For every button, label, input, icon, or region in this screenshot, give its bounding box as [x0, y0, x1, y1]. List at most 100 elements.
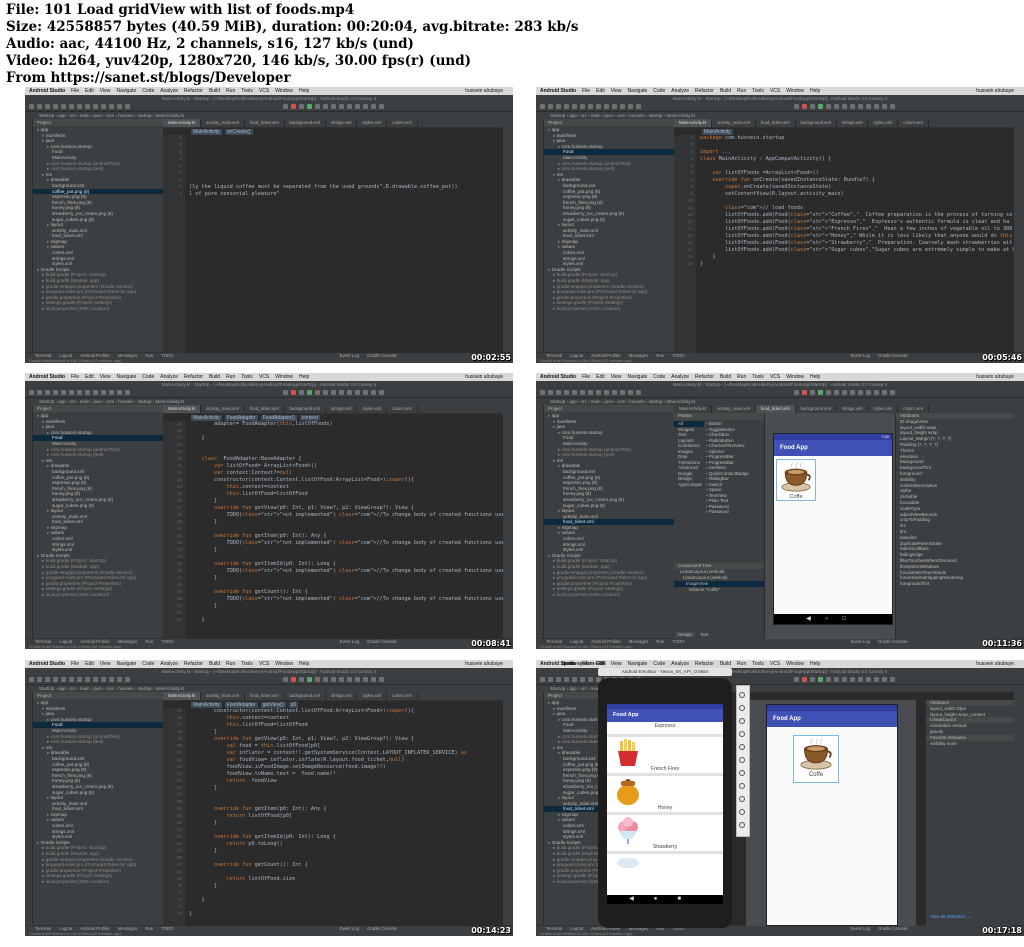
- menu-item[interactable]: Build: [209, 661, 220, 667]
- right-tool-strip[interactable]: [1013, 119, 1024, 353]
- menu-item[interactable]: Help: [299, 88, 309, 94]
- menu-item[interactable]: Android Studio: [540, 374, 576, 380]
- menu-item[interactable]: File: [582, 88, 590, 94]
- toolbar-button-icon[interactable]: [371, 390, 376, 395]
- right-tool-strip[interactable]: [1013, 405, 1024, 639]
- toolbar-button-icon[interactable]: [379, 104, 384, 109]
- menu-item[interactable]: Code: [653, 374, 665, 380]
- menu-item[interactable]: Code: [142, 661, 154, 667]
- palette-category[interactable]: AppCompat: [674, 482, 704, 488]
- toolbar-button-icon[interactable]: [564, 104, 569, 109]
- toolbar-button-icon[interactable]: [890, 677, 895, 682]
- android-emulator-window[interactable]: Android Emulator - Nexus_5X_API_O:5554 Fo…: [598, 668, 732, 928]
- menu-item[interactable]: Tools: [752, 661, 764, 667]
- toolbar-button-icon[interactable]: [620, 104, 625, 109]
- food-list[interactable]: Espresso French Fires Honey Strawberry: [607, 722, 723, 870]
- menu-item[interactable]: File: [71, 374, 79, 380]
- menu-item[interactable]: Android Studio: [29, 661, 65, 667]
- menu-item[interactable]: Help: [299, 661, 309, 667]
- toolbar-button-icon[interactable]: [93, 104, 98, 109]
- toolbar-button-icon[interactable]: [866, 390, 871, 395]
- right-tool-strip[interactable]: [502, 692, 513, 926]
- menu-item[interactable]: VCS: [259, 88, 269, 94]
- emulator-control-icon[interactable]: [739, 731, 745, 737]
- toolbar-button-icon[interactable]: [291, 104, 296, 109]
- toolbar-button-icon[interactable]: [842, 104, 847, 109]
- editor-tab[interactable]: food_ticket.xml: [756, 119, 796, 127]
- menu-item[interactable]: Tools: [752, 88, 764, 94]
- menu-item[interactable]: Edit: [85, 88, 94, 94]
- menu-item[interactable]: Refactor: [184, 661, 203, 667]
- bottom-right-tab[interactable]: Event Log: [340, 639, 359, 644]
- bottom-tab[interactable]: TODO: [672, 639, 684, 644]
- menu-item[interactable]: Refactor: [695, 374, 714, 380]
- menu-item[interactable]: Run: [226, 88, 235, 94]
- code-content[interactable]: constructor(context:Context,listOfFood:A…: [189, 708, 503, 926]
- emulator-screen[interactable]: Food App Espresso French Fires Honey Strawbe…: [607, 704, 723, 904]
- menu-item[interactable]: Edit: [85, 374, 94, 380]
- toolbar-button-icon[interactable]: [874, 104, 879, 109]
- bottom-tab[interactable]: Run: [145, 926, 153, 931]
- menu-item[interactable]: File: [71, 88, 79, 94]
- menu-item[interactable]: Tools: [241, 374, 253, 380]
- emulator-control-icon[interactable]: [739, 783, 745, 789]
- menu-item[interactable]: Tools: [241, 661, 253, 667]
- toolbar-button-icon[interactable]: [85, 390, 90, 395]
- editor-tab[interactable]: food_ticket.xml: [245, 692, 285, 700]
- toolbar-button-icon[interactable]: [834, 390, 839, 395]
- toolbar-button-icon[interactable]: [548, 104, 553, 109]
- menu-item[interactable]: View: [611, 88, 622, 94]
- toolbar-button-icon[interactable]: [588, 677, 593, 682]
- left-tool-strip[interactable]: [536, 405, 544, 639]
- toolbar-button-icon[interactable]: [363, 390, 368, 395]
- menu-item[interactable]: Android Studio: [29, 88, 65, 94]
- menu-item[interactable]: Android Studio: [29, 374, 65, 380]
- toolbar-button-icon[interactable]: [890, 104, 895, 109]
- project-panel-title[interactable]: Project: [33, 119, 163, 126]
- toolbar-button-icon[interactable]: [596, 104, 601, 109]
- toolbar-button-icon[interactable]: [858, 390, 863, 395]
- left-tool-strip[interactable]: [536, 692, 544, 926]
- toolbar-button-icon[interactable]: [45, 390, 50, 395]
- toolbar-button-icon[interactable]: [53, 677, 58, 682]
- editor-tab[interactable]: food_ticket.xml: [755, 405, 796, 413]
- emulator-control-icon[interactable]: [739, 744, 745, 750]
- toolbar-button-icon[interactable]: [890, 390, 895, 395]
- navigation-bar[interactable]: StartUp › app › src › main › java › com …: [25, 112, 513, 119]
- toolbar-button-icon[interactable]: [37, 677, 42, 682]
- menu-item[interactable]: Refactor: [695, 661, 714, 667]
- toolbar-button-icon[interactable]: [540, 104, 545, 109]
- editor-tab[interactable]: background.xml: [285, 405, 326, 413]
- menu-item[interactable]: Run: [737, 374, 746, 380]
- menu-item[interactable]: Help: [299, 374, 309, 380]
- palette-item[interactable]: Password: [706, 509, 764, 515]
- toolbar-button-icon[interactable]: [882, 677, 887, 682]
- toolbar-button-icon[interactable]: [355, 677, 360, 682]
- editor-tab[interactable]: styles.xml: [868, 405, 899, 413]
- home-nav-icon[interactable]: ●: [654, 896, 678, 902]
- toolbar-button-icon[interactable]: [355, 104, 360, 109]
- menu-item[interactable]: Window: [275, 374, 293, 380]
- toolbar-button-icon[interactable]: [826, 390, 831, 395]
- food-card[interactable]: Coffe: [776, 459, 816, 501]
- toolbar-button-icon[interactable]: [93, 390, 98, 395]
- toolbar-button-icon[interactable]: [572, 390, 577, 395]
- menu-item[interactable]: VCS: [259, 661, 269, 667]
- toolbar-button-icon[interactable]: [101, 104, 106, 109]
- bottom-right-tab[interactable]: Gradle Console: [367, 926, 397, 931]
- toolbar-button-icon[interactable]: [858, 677, 863, 682]
- menu-item[interactable]: Help: [810, 374, 820, 380]
- menu-item[interactable]: Window: [786, 374, 804, 380]
- emulator-control-icon[interactable]: [739, 796, 745, 802]
- toolbar-button-icon[interactable]: [540, 390, 545, 395]
- toolbar-button-icon[interactable]: [355, 390, 360, 395]
- toolbar-button-icon[interactable]: [794, 390, 799, 395]
- menu-item[interactable]: Build: [720, 661, 731, 667]
- toolbar-button-icon[interactable]: [283, 677, 288, 682]
- bottom-right-tab[interactable]: Event Log: [340, 926, 359, 931]
- toolbar-button-icon[interactable]: [291, 390, 296, 395]
- menu-item[interactable]: Refactor: [695, 88, 714, 94]
- toolbar-button-icon[interactable]: [125, 104, 130, 109]
- palette-category[interactable]: Containers: [674, 443, 704, 449]
- editor-tab[interactable]: food_ticket.xml: [245, 405, 285, 413]
